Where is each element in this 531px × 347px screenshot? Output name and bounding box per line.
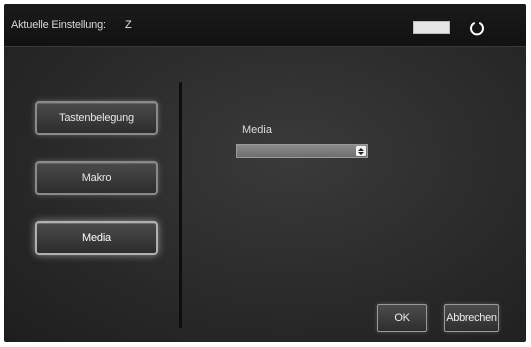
- sidebar-item-label: Makro: [81, 172, 112, 184]
- cancel-button-label: Abbrechen: [446, 312, 497, 324]
- cancel-button[interactable]: Abbrechen: [444, 304, 499, 332]
- reset-icon[interactable]: [469, 20, 485, 36]
- updown-arrows-icon[interactable]: [356, 146, 366, 156]
- sidebar-item-label: Tastenbelegung: [59, 112, 134, 124]
- title-bar: Aktuelle Einstellung: Z: [4, 4, 526, 47]
- current-setting-value: Z: [125, 19, 132, 31]
- ok-button-label: OK: [394, 312, 410, 324]
- media-select[interactable]: [236, 144, 368, 158]
- sidebar-item-label: Media: [82, 232, 111, 244]
- media-field-label: Media: [242, 124, 272, 136]
- sidebar-item-tastenbelegung[interactable]: Tastenbelegung: [35, 101, 158, 135]
- current-setting-label: Aktuelle Einstellung:: [11, 19, 106, 31]
- sidebar-item-makro[interactable]: Makro: [35, 161, 158, 195]
- sidebar-item-media[interactable]: Media: [35, 221, 158, 255]
- settings-window: Aktuelle Einstellung: Z Tastenbelegung M…: [4, 4, 526, 342]
- vertical-divider: [179, 82, 182, 328]
- ok-button[interactable]: OK: [377, 304, 427, 332]
- profile-color-swatch[interactable]: [413, 21, 450, 34]
